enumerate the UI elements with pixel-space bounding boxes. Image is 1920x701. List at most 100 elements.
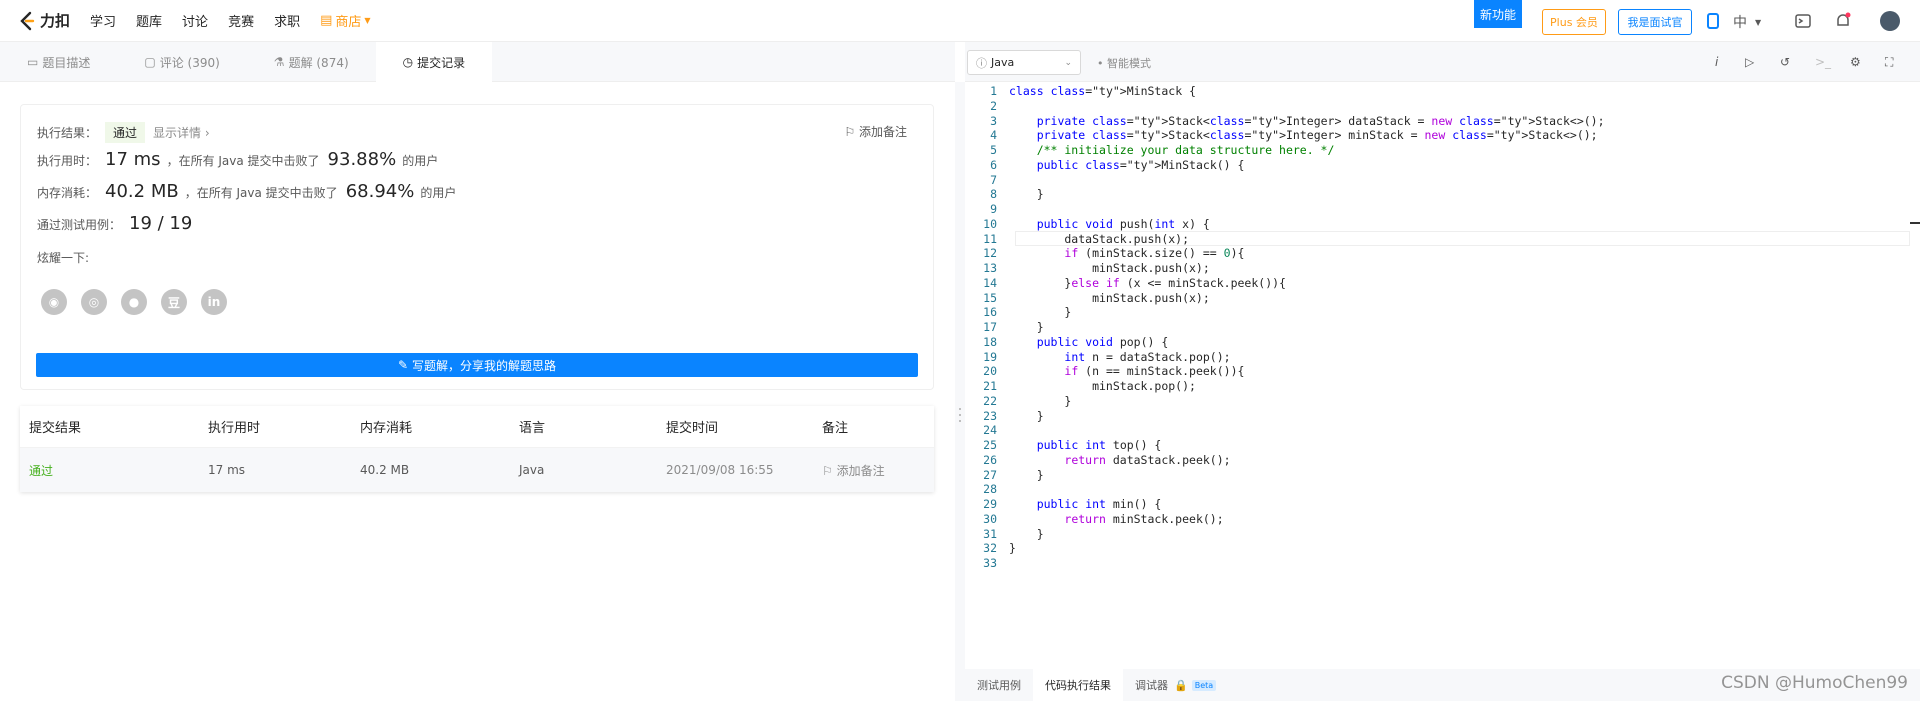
pencil-icon: ✎ — [397, 358, 409, 372]
interviewer-button[interactable]: 我是面试官 — [1618, 9, 1692, 35]
tab-comments-label: 评论 (390) — [159, 55, 220, 70]
wechat-icon[interactable]: ◉ — [41, 289, 67, 315]
mobile-icon[interactable] — [1704, 12, 1722, 30]
status-label: 执行结果： — [37, 126, 98, 140]
douban-icon[interactable]: 豆 — [161, 289, 187, 315]
chevron-down-icon: ▼ — [364, 16, 371, 25]
tab-testcase[interactable]: 测试用例 — [965, 677, 1033, 693]
scroll-indicator[interactable] — [1910, 222, 1920, 224]
tab-submissions-label: 提交记录 — [417, 55, 466, 70]
terminal-icon[interactable]: >_ — [1815, 55, 1831, 69]
runtime-label: 执行用时： — [37, 154, 98, 168]
row-add-note[interactable]: ⚐ 添加备注 — [822, 462, 934, 479]
tab-solutions-label: 题解 (874) — [288, 55, 349, 70]
memory-label: 内存消耗： — [37, 186, 98, 200]
logo-text: 力扣 — [40, 12, 71, 30]
lock-icon: 🔒 — [1174, 678, 1188, 692]
logo[interactable]: 力扣 — [18, 10, 70, 31]
code-editor[interactable]: 1 class class="ty">MinStack {2 3 private c… — [965, 82, 1910, 669]
console-icon[interactable] — [1794, 12, 1812, 30]
qq-icon[interactable]: ● — [121, 289, 147, 315]
fullscreen-icon[interactable]: ⛶ — [1885, 55, 1893, 70]
nav-jobs[interactable]: 求职 — [274, 11, 300, 30]
code-line[interactable]: 33 — [965, 554, 1910, 572]
shop-icon: ▤ — [320, 13, 333, 28]
plus-member-button[interactable]: Plus 会员 — [1542, 9, 1606, 35]
tab-description[interactable]: ▭ 题目描述 — [0, 42, 117, 82]
row-result[interactable]: 通过 — [20, 462, 208, 479]
table-header: 提交结果 执行用时 内存消耗 语言 提交时间 备注 — [20, 406, 934, 448]
row-runtime: 17 ms — [208, 463, 246, 477]
header-result: 提交结果 — [29, 421, 82, 436]
weibo-icon[interactable]: ◎ — [81, 289, 107, 315]
memory-value: 40.2 MB — [105, 181, 179, 202]
tests-label: 通过测试用例： — [37, 218, 122, 232]
smart-mode-label: 智能模式 — [1107, 57, 1151, 70]
runtime-suffix: 的用户 — [402, 154, 439, 168]
tab-description-label: 题目描述 — [42, 55, 91, 70]
tab-solutions[interactable]: ⚗ 题解 (874) — [247, 42, 376, 82]
avatar[interactable] — [1880, 11, 1900, 31]
clock-icon: ◷ — [402, 55, 414, 69]
nav-problems[interactable]: 题库 — [136, 11, 162, 30]
memory-percentile: 68.94% — [345, 181, 415, 202]
info-icon: ⓘ — [976, 56, 987, 70]
write-solution-button[interactable]: ✎ 写题解，分享我的解题思路 — [36, 353, 918, 377]
flag-icon: ⚐ — [822, 463, 833, 478]
memory-suffix: 的用户 — [420, 186, 457, 200]
header-note: 备注 — [822, 421, 849, 436]
dot-icon: • — [1097, 57, 1104, 70]
language-label: 中 — [1733, 15, 1747, 31]
nav-contest[interactable]: 竞赛 — [228, 11, 254, 30]
tests-value: 19 / 19 — [129, 213, 193, 234]
tab-submissions[interactable]: ◷ 提交记录 — [375, 42, 493, 82]
result-card: 执行结果： 通过 显示详情 › ⚐ 添加备注 执行用时： 17 ms ，在所有 … — [20, 104, 934, 390]
row-memory: 40.2 MB — [360, 463, 410, 477]
flag-icon: ⚐ — [844, 125, 856, 139]
header-memory: 内存消耗 — [360, 421, 413, 436]
header-runtime: 执行用时 — [208, 421, 261, 436]
editor-toolbar: ⓘ Java ⌄ • 智能模式 i ▷ ↺ >_ ⚙ ⛶ — [965, 42, 1920, 82]
tab-run-result[interactable]: 代码执行结果 — [1033, 669, 1123, 701]
share-label: 炫耀一下: — [37, 251, 90, 265]
tab-debugger[interactable]: 调试器 🔒 Beta — [1123, 677, 1228, 693]
nav-learn[interactable]: 学习 — [90, 11, 116, 30]
row-language: Java — [519, 463, 545, 477]
watermark: CSDN @HumoChen99 — [1721, 673, 1908, 693]
tab-debugger-label: 调试器 — [1135, 679, 1168, 692]
chevron-down-icon: ⌄ — [1064, 57, 1072, 68]
runtime-text: ，在所有 Java 提交中击败了 — [166, 154, 320, 168]
row-add-note-label: 添加备注 — [836, 463, 885, 478]
language-select[interactable]: ⓘ Java ⌄ — [967, 50, 1081, 75]
linkedin-icon[interactable]: in — [201, 289, 227, 315]
run-icon[interactable]: ▷ — [1745, 55, 1754, 69]
panel-splitter[interactable] — [955, 82, 965, 701]
flask-icon: ⚗ — [273, 55, 285, 69]
bell-icon[interactable] — [1834, 12, 1852, 30]
table-row[interactable]: 通过 17 ms 40.2 MB Java 2021/09/08 16:55 ⚐… — [20, 448, 934, 492]
leetcode-logo-icon — [20, 11, 35, 30]
reset-icon[interactable]: ↺ — [1780, 55, 1790, 69]
header-language: 语言 — [519, 421, 546, 436]
header-time: 提交时间 — [666, 421, 719, 436]
language-switch[interactable]: 中 ▼ — [1733, 12, 1761, 32]
nav-shop-label: 商店 — [335, 15, 362, 30]
add-note-button[interactable]: ⚐ 添加备注 — [844, 123, 907, 140]
info-italic-icon[interactable]: i — [1715, 55, 1718, 69]
tab-comments[interactable]: ▢ 评论 (390) — [117, 42, 246, 82]
share-buttons: ◉ ◎ ● 豆 in — [41, 289, 241, 315]
show-detail-link[interactable]: 显示详情 › — [153, 124, 210, 141]
runtime-percentile: 93.88% — [327, 149, 397, 170]
beta-badge: Beta — [1191, 679, 1217, 691]
write-solution-label: 写题解，分享我的解题思路 — [412, 358, 557, 373]
settings-icon[interactable]: ⚙ — [1850, 55, 1861, 69]
nav-discuss[interactable]: 讨论 — [182, 11, 208, 30]
line-number: 33 — [983, 556, 997, 570]
nav-shop[interactable]: ▤ 商店 ▼ — [320, 11, 370, 30]
new-feature-badge[interactable]: 新功能 — [1474, 0, 1522, 28]
add-note-label: 添加备注 — [858, 125, 907, 139]
smart-mode-toggle[interactable]: • 智能模式 — [1097, 55, 1151, 71]
comment-icon: ▢ — [144, 55, 156, 69]
submission-panel: 执行结果： 通过 显示详情 › ⚐ 添加备注 执行用时： 17 ms ，在所有 … — [0, 82, 955, 701]
document-icon: ▭ — [27, 55, 39, 69]
